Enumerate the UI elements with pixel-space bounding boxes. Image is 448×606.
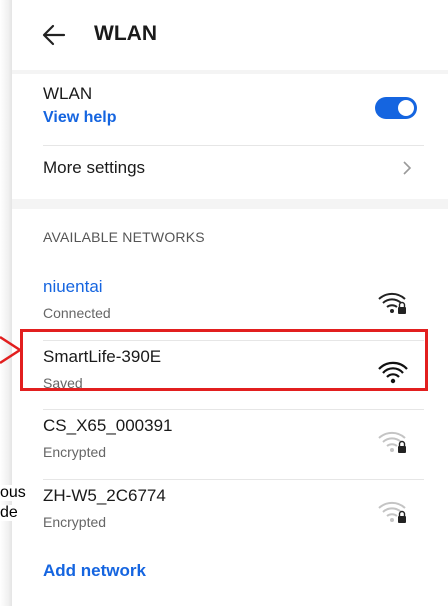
network-name: niuentai xyxy=(43,277,103,296)
view-help-link[interactable]: View help xyxy=(43,109,117,127)
chevron-right-icon xyxy=(403,161,412,175)
wlan-label: WLAN xyxy=(43,84,93,103)
network-status: Encrypted xyxy=(43,514,107,530)
section-heading: AVAILABLE NETWORKS xyxy=(43,229,205,245)
callout-arrow xyxy=(0,335,23,365)
wifi-lock-icon xyxy=(378,431,406,453)
network-item[interactable]: ZH-W5_2C6774 Encrypted xyxy=(12,480,448,550)
wifi-lock-icon xyxy=(378,292,406,314)
add-network-button[interactable]: Add network xyxy=(43,561,146,581)
network-status: Connected xyxy=(43,305,111,321)
divider xyxy=(43,145,424,146)
available-networks-card: AVAILABLE NETWORKS niuentai Connected Sm… xyxy=(12,209,448,606)
toggle-knob xyxy=(398,100,414,116)
page-title: WLAN xyxy=(94,22,157,45)
more-settings-item[interactable]: More settings xyxy=(43,158,145,178)
wlan-toggle[interactable] xyxy=(375,97,417,119)
network-name: CS_X65_000391 xyxy=(43,416,173,435)
network-status: Encrypted xyxy=(43,444,107,460)
overlay-text-fragment: ous xyxy=(0,484,26,501)
wlan-settings-card: WLAN View help More settings xyxy=(12,74,448,199)
app-header: WLAN xyxy=(12,0,448,70)
back-arrow-icon[interactable] xyxy=(42,24,66,46)
network-name: ZH-W5_2C6774 xyxy=(43,486,166,505)
highlight-box xyxy=(20,329,428,391)
wifi-lock-icon xyxy=(378,501,406,523)
network-item[interactable]: CS_X65_000391 Encrypted xyxy=(12,410,448,480)
wlan-settings-screen: WLAN WLAN View help More settings AVAILA… xyxy=(12,0,448,606)
overlay-text-fragment: de xyxy=(0,504,18,521)
